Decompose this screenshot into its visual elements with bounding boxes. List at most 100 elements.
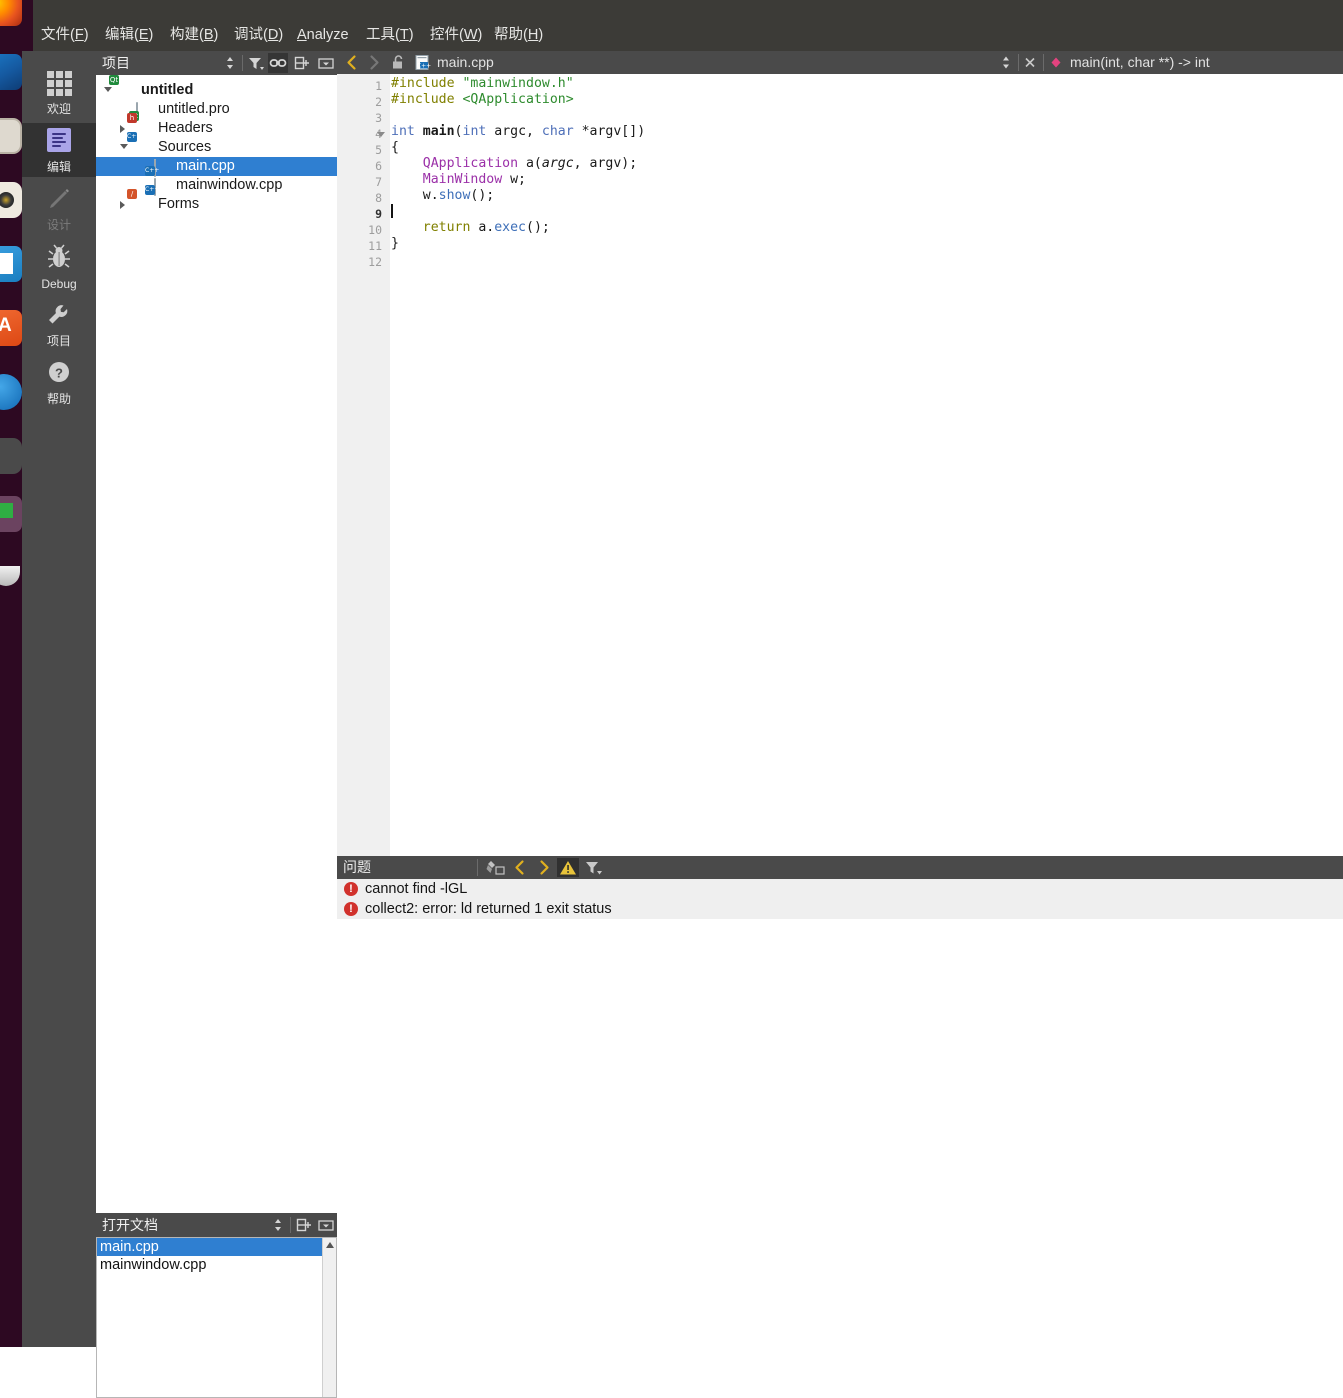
launcher-libreoffice-icon[interactable] xyxy=(0,246,22,282)
issues-toolbar: 问题 xyxy=(337,856,1343,879)
document-icon xyxy=(47,128,71,152)
code-line-5: { xyxy=(391,140,399,155)
error-icon xyxy=(344,882,358,896)
mode-projects[interactable]: 项目 xyxy=(22,297,96,351)
toolbar-separator xyxy=(1043,54,1044,71)
link-icon[interactable] xyxy=(268,53,288,73)
scroll-up-arrow-icon[interactable] xyxy=(326,1242,334,1248)
issues-prev-icon[interactable] xyxy=(509,858,531,877)
cpp-file-icon: C++ xyxy=(413,53,431,72)
split-add-icon[interactable] xyxy=(292,53,312,73)
line-number: 11 xyxy=(368,239,382,253)
tree-label-forms: Forms xyxy=(158,196,200,212)
sync-updown-icon[interactable] xyxy=(997,53,1015,72)
launcher-software-center-icon[interactable] xyxy=(0,310,22,346)
menu-analyze[interactable]: Analyze xyxy=(297,20,349,51)
mode-help[interactable]: ? 帮助 xyxy=(22,355,96,409)
open-doc-mainwindow-cpp[interactable]: mainwindow.cpp xyxy=(97,1256,325,1274)
navigate-forward-icon[interactable] xyxy=(365,53,383,72)
chevron-down-icon[interactable] xyxy=(104,87,112,92)
code-text[interactable]: #include "mainwindow.h" #include <QAppli… xyxy=(391,74,1341,315)
mode-design-label: 设计 xyxy=(46,218,71,232)
filter-icon[interactable] xyxy=(246,53,266,73)
menu-build[interactable]: 构建(B) xyxy=(170,20,218,51)
split-add-icon[interactable] xyxy=(294,1215,314,1235)
line-number: 10 xyxy=(368,223,382,237)
issue-row[interactable]: cannot find -lGL xyxy=(337,879,1343,900)
folder-cpp-icon: C++ xyxy=(127,132,142,142)
fold-collapse-icon[interactable] xyxy=(377,132,385,137)
mode-design[interactable]: 设计 xyxy=(22,181,96,235)
chevron-right-icon[interactable] xyxy=(120,125,125,133)
mode-edit[interactable]: 编辑 xyxy=(22,123,96,177)
sync-updown-icon[interactable] xyxy=(220,53,240,73)
launcher-rhythmbox-icon[interactable] xyxy=(0,182,22,218)
menu-debug[interactable]: 调试(D) xyxy=(234,20,283,51)
text-cursor xyxy=(391,204,393,218)
folder-forms-icon: / xyxy=(127,189,152,212)
close-panel-icon[interactable] xyxy=(316,1215,336,1235)
menu-file[interactable]: 文件(F) xyxy=(41,20,89,51)
mode-debug-label: Debug xyxy=(41,277,77,291)
code-line-8: w.show(); xyxy=(391,188,495,203)
code-editor[interactable]: 1 2 3 4 5 6 7 8 9 10 11 12 #include "mai… xyxy=(337,74,1343,856)
menu-help[interactable]: 帮助(H) xyxy=(494,20,543,51)
code-line-11: } xyxy=(391,236,399,251)
issues-list[interactable]: cannot find -lGL collect2: error: ld ret… xyxy=(337,879,1343,1347)
tree-item-forms[interactable]: / Forms xyxy=(96,189,337,214)
svg-text:C++: C++ xyxy=(417,62,431,69)
menu-edit[interactable]: 编辑(E) xyxy=(105,20,153,51)
menu-bar[interactable]: 文件(F) 编辑(E) 构建(B) 调试(D) Analyze 工具(T) 控件… xyxy=(33,20,1343,51)
launcher-trash-icon[interactable] xyxy=(0,560,22,596)
clear-broom-icon[interactable] xyxy=(485,858,507,877)
launcher-files-icon[interactable] xyxy=(0,118,22,154)
mode-welcome[interactable]: 欢迎 xyxy=(22,65,96,119)
launcher-amazon-icon[interactable] xyxy=(0,374,22,410)
chevron-down-icon[interactable] xyxy=(120,144,128,149)
tree-item-main-cpp[interactable]: C++ main.cpp xyxy=(96,157,337,177)
editor-filename-label[interactable]: main.cpp xyxy=(437,51,494,74)
tree-label-mainwindow-cpp: mainwindow.cpp xyxy=(176,177,283,193)
project-tree[interactable]: Qt untitled Qt untitled.pro h Headers xyxy=(96,75,337,1213)
issue-row[interactable]: collect2: error: ld returned 1 exit stat… xyxy=(337,899,1343,920)
launcher-current-app-icon[interactable] xyxy=(0,496,22,532)
filter-icon[interactable] xyxy=(583,858,605,877)
line-number: 6 xyxy=(375,159,382,173)
navigate-back-icon[interactable] xyxy=(343,53,361,72)
open-documents-scrollbar[interactable] xyxy=(322,1238,336,1397)
tree-item-sources[interactable]: C++ Sources xyxy=(96,132,337,157)
sync-updown-icon[interactable] xyxy=(268,1215,288,1235)
open-documents-title: 打开文档 xyxy=(102,1217,158,1233)
open-documents-list[interactable]: main.cpp mainwindow.cpp xyxy=(96,1237,337,1398)
close-icon[interactable] xyxy=(1021,53,1039,72)
pencil-icon xyxy=(45,185,73,213)
editor-symbol-label[interactable]: main(int, char **) -> int xyxy=(1070,51,1210,74)
line-number-gutter: 1 2 3 4 5 6 7 8 9 10 11 12 xyxy=(337,74,390,856)
line-number: 3 xyxy=(375,111,382,125)
issues-next-icon[interactable] xyxy=(533,858,555,877)
menu-window[interactable]: 控件(W) xyxy=(430,20,482,51)
unlock-icon[interactable] xyxy=(389,53,407,72)
tree-label-sources: Sources xyxy=(158,139,212,155)
mode-selector-bar[interactable]: 欢迎 编辑 设计 Debug 项目 ? 帮助 xyxy=(22,51,96,1347)
line-number: 2 xyxy=(375,95,382,109)
launcher-firefox-icon[interactable] xyxy=(0,0,22,26)
error-icon xyxy=(344,902,358,916)
mode-debug[interactable]: Debug xyxy=(22,239,96,293)
qt-project-icon: Qt xyxy=(109,75,119,85)
menu-tools[interactable]: 工具(T) xyxy=(366,20,414,51)
launcher-thunderbird-icon[interactable] xyxy=(0,54,22,90)
chevron-right-icon[interactable] xyxy=(120,201,125,209)
tree-label-untitled: untitled xyxy=(141,82,194,98)
issues-panel: 问题 ! cannot find -lGL ! collect2: error:… xyxy=(337,856,1343,1347)
tree-label-untitled-pro: untitled.pro xyxy=(158,101,230,117)
grid-icon xyxy=(45,69,73,97)
toolbar-separator xyxy=(290,1217,291,1233)
close-panel-icon[interactable] xyxy=(316,53,336,73)
warning-triangle-icon[interactable] xyxy=(557,858,579,877)
open-doc-main-cpp[interactable]: main.cpp xyxy=(97,1238,325,1256)
launcher-system-settings-icon[interactable] xyxy=(0,438,22,474)
tree-item-untitled[interactable]: Qt untitled xyxy=(96,75,337,100)
issue-text: cannot find -lGL xyxy=(365,881,468,897)
unity-launcher[interactable] xyxy=(0,0,22,1347)
